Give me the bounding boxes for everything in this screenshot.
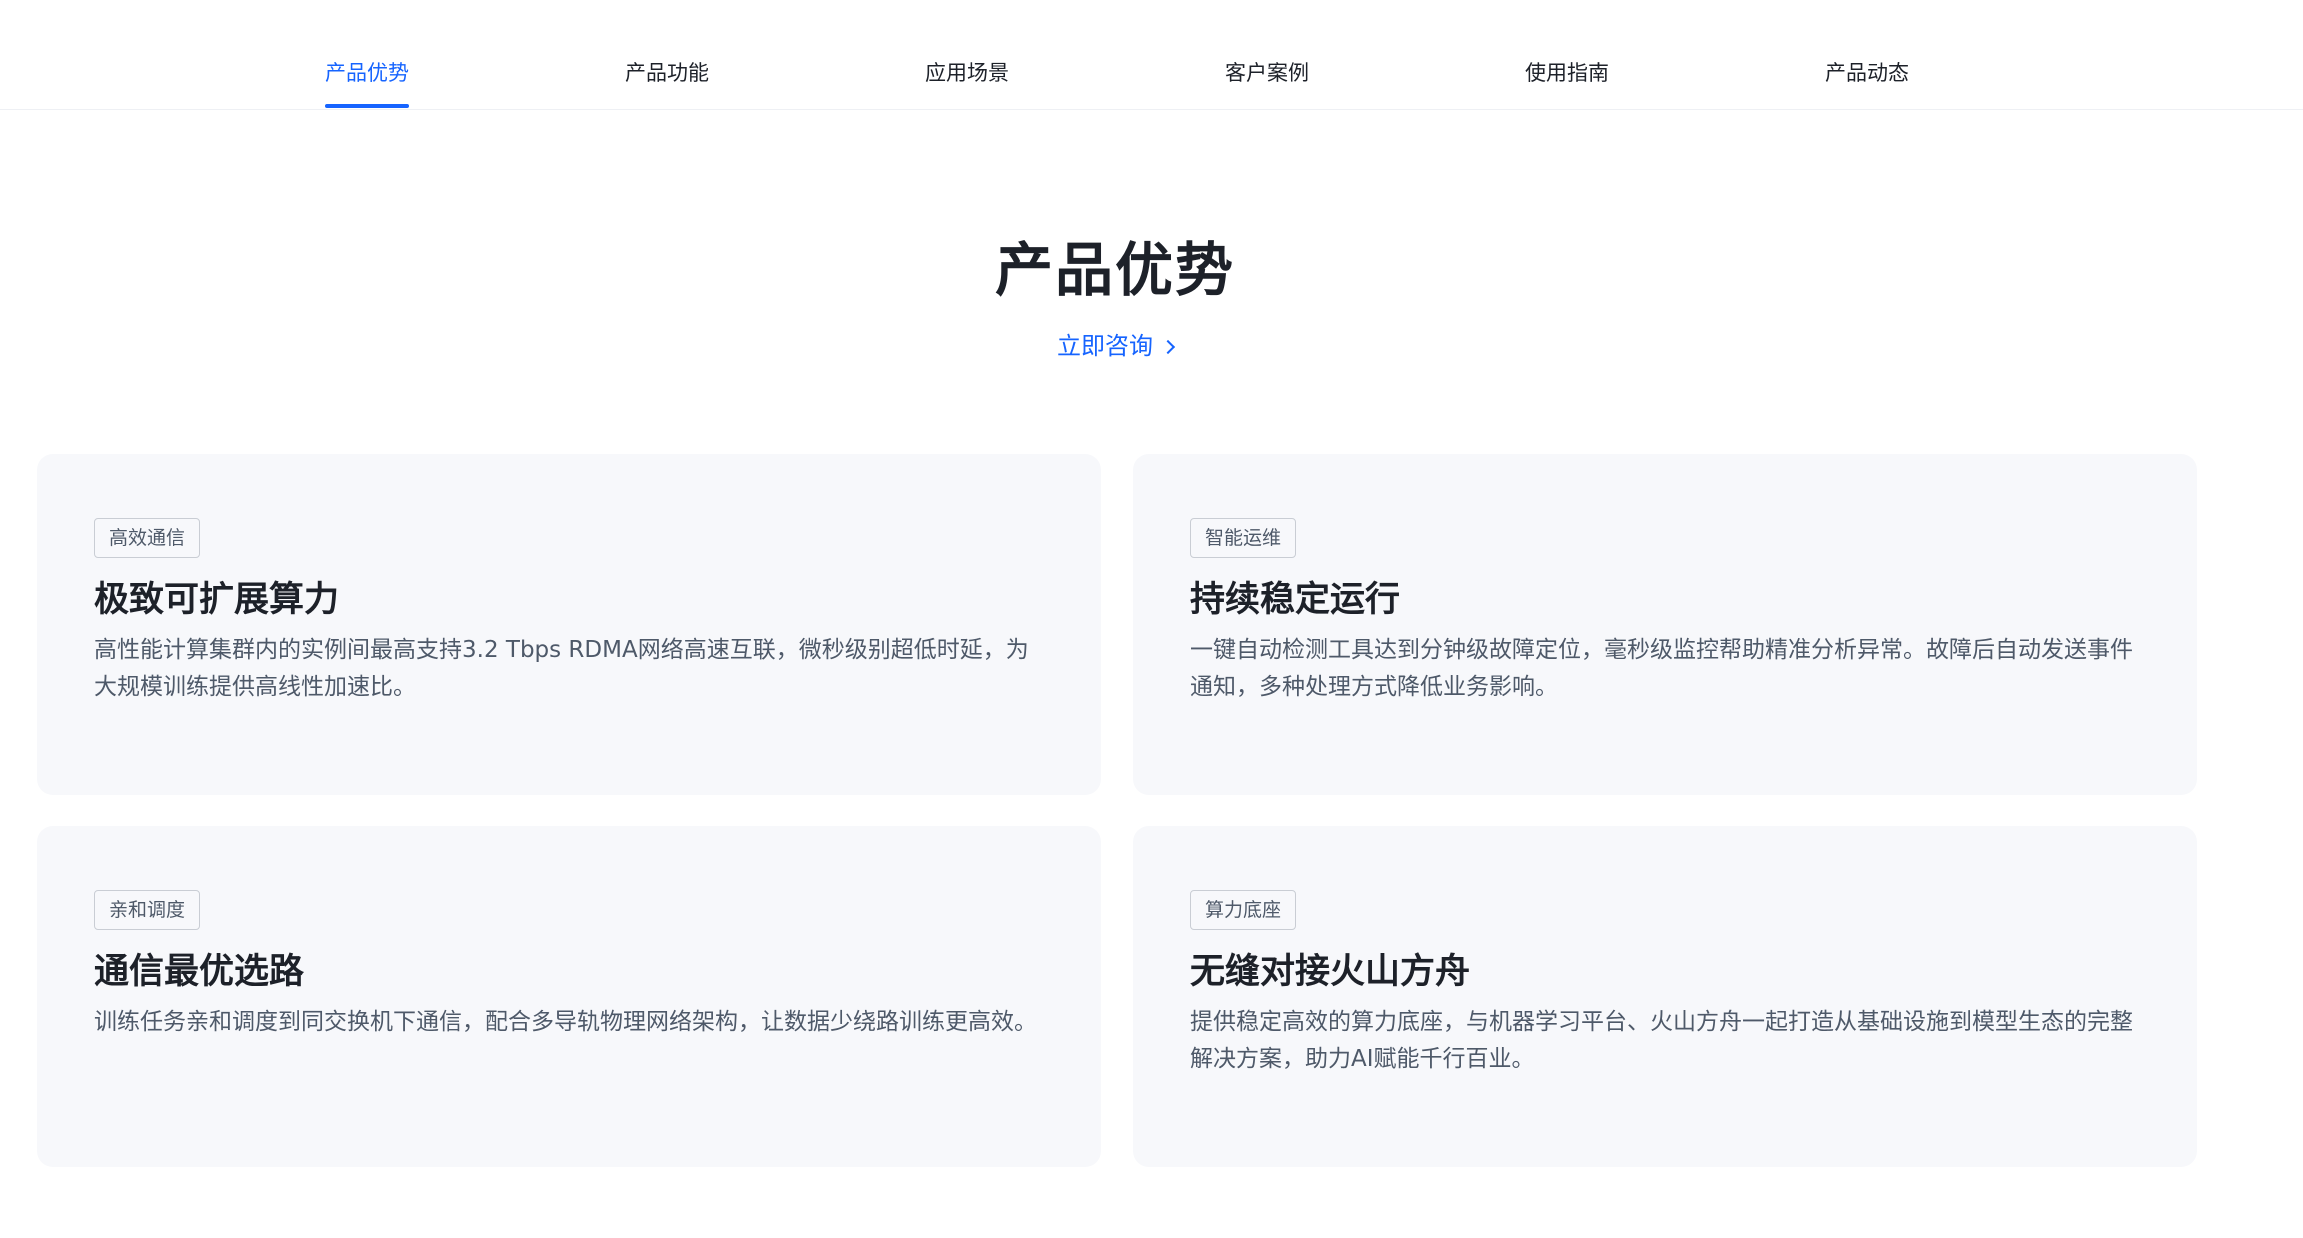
tab-nav: 产品优势 产品功能 应用场景 客户案例 使用指南 产品动态 — [0, 0, 2303, 110]
card-title: 持续稳定运行 — [1190, 580, 1401, 620]
tab-use-cases[interactable]: 应用场景 — [925, 58, 1009, 88]
section-title: 产品优势 — [994, 236, 1235, 304]
tab-product-updates[interactable]: 产品动态 — [1825, 58, 1909, 88]
card-tag: 智能运维 — [1190, 518, 1297, 558]
card-title: 通信最优选路 — [94, 952, 305, 992]
card-tag: 高效通信 — [94, 518, 201, 558]
consult-link[interactable]: 立即咨询 — [0, 328, 2230, 364]
advantage-card: 智能运维 持续稳定运行 一键自动检测工具达到分钟级故障定位，毫秒级监控帮助精准分… — [1133, 454, 2197, 795]
card-description: 一键自动检测工具达到分钟级故障定位，毫秒级监控帮助精准分析异常。故障后自动发送事… — [1190, 637, 2133, 700]
card-description: 高性能计算集群内的实例间最高支持3.2 Tbps RDMA网络高速互联，微秒级别… — [94, 637, 1029, 700]
card-description: 训练任务亲和调度到同交换机下通信，配合多导轨物理网络架构，让数据少绕路训练更高效… — [94, 1009, 1037, 1035]
card-title: 极致可扩展算力 — [94, 580, 340, 620]
active-tab-indicator — [325, 104, 409, 108]
tab-product-advantages[interactable]: 产品优势 — [325, 58, 409, 88]
tab-product-features[interactable]: 产品功能 — [625, 58, 709, 88]
chevron-right-icon — [1160, 339, 1176, 355]
card-tag: 算力底座 — [1190, 890, 1297, 930]
tab-user-guide[interactable]: 使用指南 — [1525, 58, 1609, 88]
card-description: 提供稳定高效的算力底座，与机器学习平台、火山方舟一起打造从基础设施到模型生态的完… — [1190, 1009, 2133, 1072]
advantage-card: 算力底座 无缝对接火山方舟 提供稳定高效的算力底座，与机器学习平台、火山方舟一起… — [1133, 826, 2197, 1167]
consult-link-label: 立即咨询 — [1057, 332, 1153, 360]
advantage-card: 亲和调度 通信最优选路 训练任务亲和调度到同交换机下通信，配合多导轨物理网络架构… — [37, 826, 1101, 1167]
card-title: 无缝对接火山方舟 — [1190, 952, 1471, 992]
advantage-card: 高效通信 极致可扩展算力 高性能计算集群内的实例间最高支持3.2 Tbps RD… — [37, 454, 1101, 795]
card-tag: 亲和调度 — [94, 890, 201, 930]
tab-customer-cases[interactable]: 客户案例 — [1225, 58, 1309, 88]
